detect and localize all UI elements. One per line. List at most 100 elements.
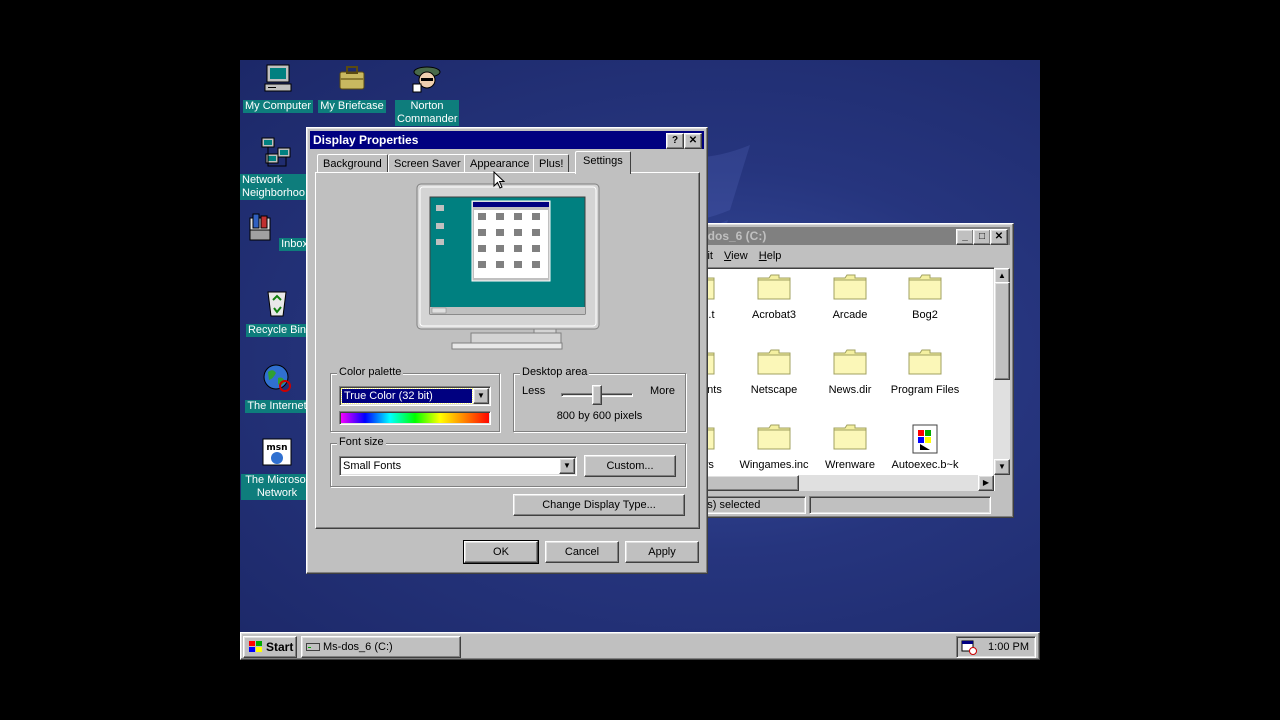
tab-settings[interactable]: Settings — [575, 151, 631, 174]
folder-item[interactable]: News.dir — [810, 349, 890, 396]
item-label: Netscape — [750, 384, 798, 396]
item-label: Autoexec.b~k — [891, 459, 959, 471]
close-button[interactable]: ✕ — [990, 229, 1008, 245]
desktop-icon-recycle-bin[interactable]: Recycle Bin — [240, 286, 315, 337]
windows-flag-icon — [249, 641, 262, 652]
font-size-select[interactable]: Small Fonts ▼ — [339, 456, 577, 476]
folder-item[interactable]: Wrenware — [810, 424, 890, 471]
folder-item[interactable]: Arcade — [810, 274, 890, 321]
item-label: Wrenware — [825, 459, 875, 471]
folder-item[interactable]: Program Files — [885, 349, 965, 396]
chevron-down-icon[interactable]: ▼ — [559, 458, 575, 474]
svg-text:msn: msn — [266, 443, 287, 453]
desktop-icon-the-internet[interactable]: The Internet — [240, 362, 315, 413]
start-button[interactable]: Start — [243, 636, 297, 658]
folder-icon — [908, 349, 942, 375]
dialog-titlebar[interactable]: Display Properties ? ✕ — [310, 131, 704, 149]
explorer-titlebar[interactable]: s-dos_6 (C:) _ □ ✕ — [694, 227, 1010, 245]
custom-font-button[interactable]: Custom... — [584, 455, 676, 477]
item-label: News.dir — [828, 384, 872, 396]
resolution-value: 800 by 600 pixels — [556, 410, 643, 422]
minimize-button[interactable]: _ — [956, 229, 974, 245]
apply-button[interactable]: Apply — [625, 541, 699, 563]
explorer-status: ct(s) selected — [693, 496, 806, 514]
explorer-window[interactable]: s-dos_6 (C:) _ □ ✕ Edit View Help setup.… — [690, 223, 1014, 518]
help-button[interactable]: ? — [666, 133, 684, 149]
item-label: Acrobat3 — [751, 309, 797, 321]
color-spectrum-bar — [339, 411, 491, 425]
tab-plus[interactable]: Plus! — [533, 154, 570, 173]
msn-icon: msn — [262, 438, 292, 466]
font-size-value: Small Fonts — [343, 460, 402, 472]
color-palette-value: True Color (32 bit) — [341, 388, 473, 404]
file-item[interactable]: Autoexec.b~k — [885, 424, 965, 471]
desktop-icon-network-neighborhood[interactable]: Network Neighborhoo — [240, 136, 314, 200]
vertical-scrollbar[interactable]: ▲ ▼ — [994, 268, 1010, 475]
horizontal-scroll-thumb[interactable] — [693, 475, 799, 491]
taskbar: Start Ms-dos_6 (C:) 1:00 PM — [240, 632, 1040, 660]
monitor-preview — [416, 183, 600, 350]
inbox-icon — [249, 213, 271, 241]
mouse-cursor-icon — [493, 171, 505, 189]
start-label: Start — [266, 640, 294, 654]
color-palette-label: Color palette — [337, 366, 404, 378]
tab-background[interactable]: Background — [317, 154, 388, 173]
item-label: Arcade — [832, 309, 868, 321]
folder-item[interactable]: Acrobat3 — [734, 274, 814, 321]
color-palette-select[interactable]: True Color (32 bit) ▼ — [339, 386, 491, 406]
menu-help[interactable]: Help — [759, 250, 782, 262]
display-properties-dialog[interactable]: Display Properties ? ✕ Background Screen… — [306, 127, 708, 574]
explorer-status-panel — [809, 496, 991, 514]
desktop-icon-my-computer[interactable]: My Computer — [240, 62, 316, 113]
folder-item[interactable]: Wingames.inc — [734, 424, 814, 471]
folder-icon — [833, 424, 867, 450]
task-label: Ms-dos_6 (C:) — [323, 641, 393, 653]
dialog-title: Display Properties — [313, 133, 419, 147]
desktop-icon-norton-commander[interactable]: Norton Commander — [389, 62, 465, 126]
change-display-type-button[interactable]: Change Display Type... — [513, 494, 685, 516]
tab-screen-saver[interactable]: Screen Saver — [388, 154, 467, 173]
desktop-area-group: Desktop area Less More 800 by 600 pixels — [513, 366, 686, 432]
resolution-slider-thumb[interactable] — [592, 385, 602, 405]
internet-icon — [263, 364, 291, 392]
network-icon — [261, 137, 291, 167]
scroll-down-button[interactable]: ▼ — [994, 459, 1010, 475]
close-button[interactable]: ✕ — [684, 133, 702, 149]
cancel-button[interactable]: Cancel — [545, 541, 619, 563]
system-tray: 1:00 PM — [956, 636, 1036, 658]
folder-icon — [833, 274, 867, 300]
briefcase-icon — [339, 66, 365, 90]
item-label: Wingames.inc — [739, 459, 809, 471]
vertical-scroll-thumb[interactable] — [994, 282, 1010, 380]
desktop: My Computer My Briefcase Norton Commander… — [240, 60, 1040, 660]
drive-icon — [306, 643, 320, 651]
folder-icon — [908, 274, 942, 300]
maximize-button[interactable]: □ — [973, 229, 991, 245]
desktop-icon-inbox[interactable]: Inbox — [240, 212, 315, 251]
menu-view[interactable]: View — [724, 250, 748, 262]
chevron-down-icon[interactable]: ▼ — [473, 388, 489, 404]
scheduler-icon[interactable] — [961, 639, 977, 655]
taskbar-task-msdos[interactable]: Ms-dos_6 (C:) — [301, 636, 461, 658]
recycle-bin-icon — [267, 291, 287, 317]
settings-panel: Color palette True Color (32 bit) ▼ Desk… — [315, 172, 700, 529]
folder-item[interactable]: Netscape — [734, 349, 814, 396]
slider-less-label: Less — [522, 385, 546, 397]
horizontal-scrollbar[interactable]: ▶ — [693, 475, 994, 491]
font-size-label: Font size — [337, 436, 386, 448]
scroll-right-button[interactable]: ▶ — [978, 475, 994, 491]
computer-icon — [264, 64, 292, 92]
folder-icon — [757, 424, 791, 450]
folder-icon — [833, 349, 867, 375]
item-label: Bog2 — [912, 309, 938, 321]
font-size-group: Font size Small Fonts ▼ Custom... — [330, 436, 686, 487]
color-palette-group: Color palette True Color (32 bit) ▼ — [330, 366, 500, 432]
desktop-icon-the-microsoft-network[interactable]: msn The Microsof Network — [240, 436, 315, 500]
folder-icon — [757, 349, 791, 375]
batch-file-icon — [912, 424, 938, 454]
folder-item[interactable]: Bog2 — [885, 274, 965, 321]
explorer-file-area: setup.tAcrobat3ArcadeBog2ocumentsNetscap… — [693, 267, 995, 491]
clock[interactable]: 1:00 PM — [988, 637, 1029, 657]
desktop-icon-my-briefcase[interactable]: My Briefcase — [314, 62, 390, 113]
ok-button[interactable]: OK — [463, 540, 539, 564]
